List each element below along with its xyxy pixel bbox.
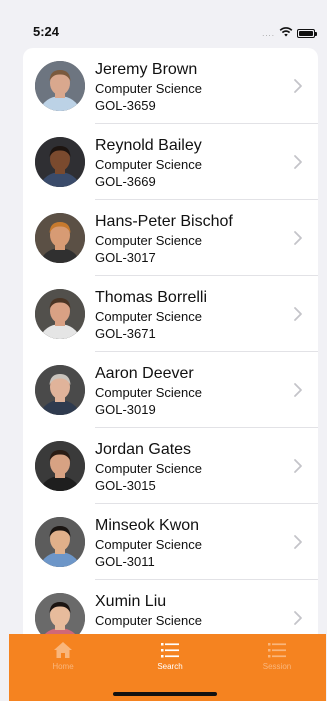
avatar	[35, 517, 85, 567]
status-time: 5:24	[33, 24, 60, 39]
faculty-info: Thomas Borrelli Computer Science GOL-3671	[95, 288, 288, 342]
avatar	[35, 289, 85, 339]
faculty-row[interactable]: Hans-Peter Bischof Computer Science GOL-30…	[23, 200, 318, 276]
avatar	[35, 441, 85, 491]
chevron-right-icon	[292, 458, 304, 474]
tab-bar: Home Search Session	[9, 634, 326, 701]
faculty-info: Reynold Bailey Computer Science GOL-3669	[95, 136, 288, 190]
chevron-right-icon	[292, 382, 304, 398]
faculty-department: Computer Science	[95, 461, 202, 476]
faculty-name: Jordan Gates	[95, 441, 192, 458]
faculty-department: Computer Science	[95, 309, 202, 324]
faculty-name: Hans-Peter Bischof	[95, 213, 233, 230]
faculty-department: Computer Science	[95, 613, 202, 628]
faculty-info: Hans-Peter Bischof Computer Science GOL-30…	[95, 212, 288, 266]
faculty-department: Computer Science	[95, 537, 202, 552]
faculty-row[interactable]: Reynold Bailey Computer Science GOL-3669	[23, 124, 318, 200]
faculty-department: Computer Science	[95, 81, 202, 96]
faculty-name: Aaron Deever	[95, 365, 194, 382]
faculty-department: Computer Science	[95, 157, 202, 172]
home-icon	[54, 642, 72, 658]
faculty-name: Xumin Liu	[95, 593, 167, 610]
faculty-department: Computer Science	[95, 233, 202, 248]
chevron-right-icon	[292, 154, 304, 170]
wifi-icon	[279, 24, 293, 42]
avatar	[35, 365, 85, 415]
faculty-name: Jeremy Brown	[95, 61, 198, 78]
faculty-name: Thomas Borrelli	[95, 289, 208, 306]
tab-home-label: Home	[52, 662, 74, 671]
tab-session-label: Session	[262, 662, 292, 671]
status-bar: 5:24 ....	[0, 0, 327, 48]
chevron-right-icon	[292, 534, 304, 550]
faculty-list: Jeremy Brown Computer Science GOL-3659 Reyn…	[23, 48, 318, 648]
list-icon	[268, 643, 286, 658]
tab-search[interactable]: Search	[130, 640, 210, 671]
tab-session[interactable]: Session	[237, 640, 317, 671]
home-indicator[interactable]	[113, 692, 217, 696]
faculty-office: GOL-3017	[95, 250, 156, 265]
faculty-info: Minseok Kwon Computer Science GOL-3011	[95, 516, 288, 570]
faculty-row[interactable]: Minseok Kwon Computer Science GOL-3011	[23, 504, 318, 580]
faculty-info: Xumin Liu Computer Science	[95, 592, 288, 629]
chevron-right-icon	[292, 610, 304, 626]
avatar	[35, 61, 85, 111]
list-icon	[161, 643, 179, 658]
chevron-right-icon	[292, 306, 304, 322]
faculty-info: Aaron Deever Computer Science GOL-3019	[95, 364, 288, 418]
faculty-department: Computer Science	[95, 385, 202, 400]
faculty-office: GOL-3015	[95, 478, 156, 493]
chevron-right-icon	[292, 230, 304, 246]
chevron-right-icon	[292, 78, 304, 94]
faculty-row[interactable]: Aaron Deever Computer Science GOL-3019	[23, 352, 318, 428]
faculty-row[interactable]: Thomas Borrelli Computer Science GOL-3671	[23, 276, 318, 352]
faculty-name: Reynold Bailey	[95, 137, 202, 154]
faculty-row[interactable]: Jeremy Brown Computer Science GOL-3659	[23, 48, 318, 124]
faculty-office: GOL-3019	[95, 402, 156, 417]
faculty-office: GOL-3659	[95, 98, 156, 113]
faculty-row[interactable]: Jordan Gates Computer Science GOL-3015	[23, 428, 318, 504]
faculty-info: Jeremy Brown Computer Science GOL-3659	[95, 60, 288, 114]
app-screen: 5:24 .... Jeremy Brown Computer Science GO…	[0, 0, 327, 701]
tab-search-label: Search	[157, 662, 183, 671]
faculty-name: Minseok Kwon	[95, 517, 200, 534]
battery-icon	[297, 28, 317, 38]
faculty-office: GOL-3011	[95, 554, 155, 569]
signal-dots: ....	[262, 28, 275, 38]
status-icons: ....	[262, 24, 317, 42]
avatar	[35, 137, 85, 187]
avatar	[35, 213, 85, 263]
faculty-office: GOL-3671	[95, 326, 156, 341]
tab-home[interactable]: Home	[23, 640, 103, 671]
faculty-info: Jordan Gates Computer Science GOL-3015	[95, 440, 288, 494]
faculty-office: GOL-3669	[95, 174, 156, 189]
